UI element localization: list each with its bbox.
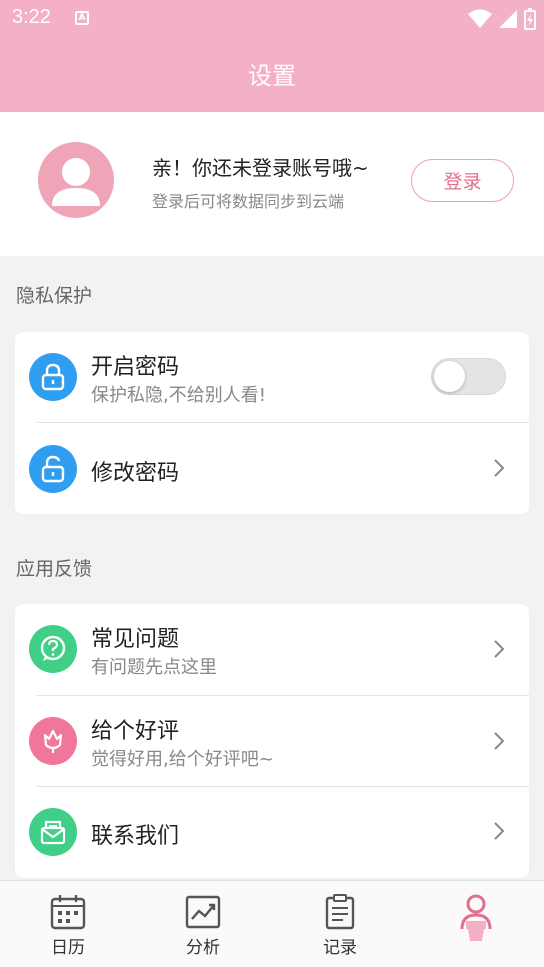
faq-sub: 有问题先点这里 [91, 657, 217, 678]
toggle-knob [434, 361, 465, 392]
chevron-right-icon [494, 459, 505, 477]
login-hint: 登录后可将数据同步到云端 [152, 192, 345, 211]
chart-icon [185, 895, 221, 929]
nav-records[interactable]: 记录 [295, 893, 385, 958]
avatar[interactable] [38, 142, 114, 218]
change-password-row[interactable]: 修改密码 [15, 424, 529, 514]
chevron-right-icon [494, 732, 505, 750]
profile-icon [460, 894, 492, 941]
contact-row[interactable]: 联系我们 [15, 787, 529, 877]
notes-icon [325, 894, 355, 930]
mail-icon [29, 808, 77, 856]
flower-icon [29, 717, 77, 765]
rate-row[interactable]: 给个好评 觉得好用,给个好评吧~ [15, 696, 529, 786]
change-password-label: 修改密码 [91, 461, 180, 486]
calendar-icon [50, 895, 86, 930]
question-icon [29, 625, 77, 673]
enable-password-row[interactable]: 开启密码 保护私隐,不给别人看! [15, 332, 529, 422]
notification-icon: A [75, 11, 89, 25]
bottom-nav: 日历 分析 记录 [0, 880, 544, 967]
enable-password-sub: 保护私隐,不给别人看! [91, 385, 266, 406]
wifi-icon [468, 9, 492, 28]
login-greeting: 亲！你还未登录账号哦~ [152, 156, 369, 180]
signal-icon [499, 10, 517, 28]
enable-password-label: 开启密码 [91, 355, 180, 380]
status-bar: 3:22 A [0, 0, 544, 36]
nav-calendar-label: 日历 [51, 938, 85, 958]
status-time: 3:22 [12, 6, 51, 28]
battery-icon [524, 8, 536, 30]
nav-records-label: 记录 [323, 938, 357, 958]
privacy-section-title: 隐私保护 [16, 285, 93, 307]
header-bar: 3:22 A 设置 [0, 0, 544, 112]
rate-label: 给个好评 [91, 719, 180, 744]
privacy-card: 开启密码 保护私隐,不给别人看! 修改密码 [15, 332, 529, 514]
feedback-section-title: 应用反馈 [16, 558, 93, 580]
rate-sub: 觉得好用,给个好评吧~ [91, 749, 274, 770]
login-button[interactable]: 登录 [411, 159, 514, 202]
nav-profile[interactable] [431, 893, 521, 945]
faq-label: 常见问题 [91, 627, 180, 652]
profile-card: 亲！你还未登录账号哦~ 登录后可将数据同步到云端 登录 [0, 112, 544, 256]
unlock-icon [29, 445, 77, 493]
nav-analysis[interactable]: 分析 [158, 893, 248, 958]
nav-analysis-label: 分析 [186, 938, 220, 958]
contact-label: 联系我们 [91, 824, 180, 849]
lock-icon [29, 353, 77, 401]
status-icons [468, 8, 536, 30]
page-title: 设置 [248, 62, 296, 90]
chevron-right-icon [494, 822, 505, 840]
user-avatar-icon [52, 158, 100, 206]
chevron-right-icon [494, 640, 505, 658]
nav-calendar[interactable]: 日历 [23, 893, 113, 958]
password-toggle[interactable] [431, 358, 506, 395]
feedback-card: 常见问题 有问题先点这里 给个好评 觉得好用,给个好评吧~ 联系我们 [15, 604, 529, 878]
faq-row[interactable]: 常见问题 有问题先点这里 [15, 604, 529, 694]
divider [37, 422, 529, 423]
